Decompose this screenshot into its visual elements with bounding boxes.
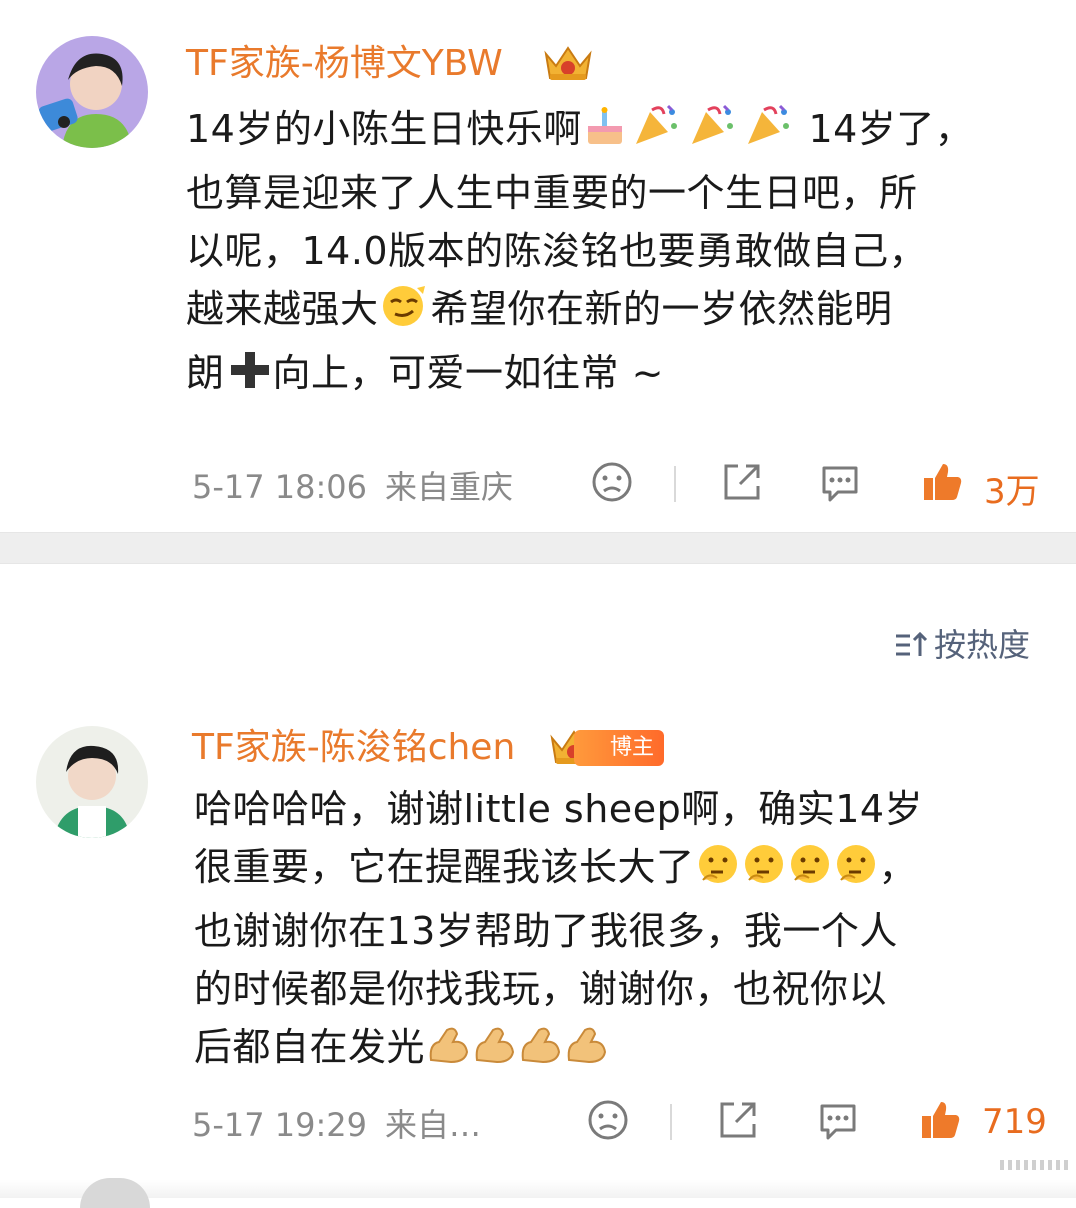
section-divider (0, 532, 1076, 564)
comment-line-2: 很重要，它在提醒我该长大了， (194, 838, 1054, 902)
comment-meta: 5-17 19:29 来自… (192, 1100, 481, 1146)
share-icon[interactable] (720, 460, 764, 504)
post-line-3: 以呢，14.0版本的陈浚铭也要勇敢做自己， (186, 229, 928, 273)
author-badge: 博主 (574, 730, 665, 766)
like-count: 719 (982, 1102, 1047, 1142)
comment-time: 5-17 19:29 (192, 1106, 368, 1144)
post-line-2: 也算是迎来了人生中重要的一个生日吧，所 (186, 171, 918, 215)
party-popper-icon (628, 102, 684, 164)
sort-label: 按热度 (933, 626, 1030, 664)
party-popper-icon (740, 102, 796, 164)
flexed-biceps-icon (517, 1022, 563, 1082)
bottom-edge (0, 1180, 1076, 1198)
plus-icon (225, 348, 273, 408)
divider-line (674, 466, 676, 502)
post-line-4: 越来越强大 希望你在新的一岁依然能明 (186, 280, 1046, 344)
post-source: 来自重庆 (385, 468, 514, 506)
flexed-biceps-icon (425, 1022, 471, 1082)
cake-icon (582, 104, 628, 164)
comment-line-4: 的时候都是你找我玩，谢谢你，也祝你以 (194, 967, 888, 1011)
thinking-face-icon (833, 842, 879, 902)
sort-toggle[interactable]: 按热度 (894, 620, 1030, 666)
post-actions: 3万 (590, 460, 1050, 512)
share-icon[interactable] (716, 1098, 760, 1142)
sort-icon (895, 631, 928, 656)
commenter-avatar[interactable] (36, 726, 148, 838)
comment-source: 来自… (385, 1106, 482, 1144)
comment-line-3: 也谢谢你在13岁帮助了我很多，我一个人 (194, 909, 898, 953)
thinking-face-icon (787, 842, 833, 902)
author-name[interactable]: TF家族-杨博文YBW (186, 44, 503, 84)
post-line-5: 朗向上，可爱一如往常 ~ (186, 344, 1046, 408)
post-line-1: 14岁的小陈生日快乐啊 14岁了， (186, 100, 1046, 164)
comment-icon[interactable] (818, 460, 862, 504)
post-text: 14岁的小陈生日快乐啊 14岁了， 也算是迎来了人生中重要的一个生日吧，所 以呢… (186, 100, 1046, 408)
divider-line (670, 1104, 672, 1140)
comment-actions: 719 (586, 1098, 1056, 1148)
flexed-biceps-icon (563, 1022, 609, 1082)
like-count: 3万 (984, 472, 1040, 512)
face-icon[interactable] (586, 1098, 630, 1142)
scroll-indicator (1000, 1160, 1070, 1170)
comment-line-1: 哈哈哈哈，谢谢little sheep啊，确实14岁 (194, 787, 924, 831)
flexed-biceps-icon (471, 1022, 517, 1082)
comment-icon[interactable] (816, 1098, 860, 1142)
party-popper-icon (684, 102, 740, 164)
comment-text: 哈哈哈哈，谢谢little sheep啊，确实14岁 很重要，它在提醒我该长大了… (194, 780, 1054, 1082)
crown-icon (544, 46, 592, 80)
smirk-icon (379, 282, 431, 344)
face-icon[interactable] (590, 460, 634, 504)
post-meta: 5-17 18:06 来自重庆 (192, 462, 513, 508)
post-card: TF家族-杨博文YBW 14岁的小陈生日快乐啊 14岁了， 也算是迎来了人生中重… (0, 0, 1076, 532)
thinking-face-icon (695, 842, 741, 902)
commenter-name[interactable]: TF家族-陈浚铭chen (192, 728, 515, 768)
comment-line-5: 后都自在发光 (194, 1018, 1054, 1082)
like-icon[interactable] (918, 1098, 962, 1142)
like-icon[interactable] (920, 460, 964, 504)
post-time: 5-17 18:06 (192, 468, 368, 506)
thinking-face-icon (741, 842, 787, 902)
author-avatar[interactable] (36, 36, 148, 148)
